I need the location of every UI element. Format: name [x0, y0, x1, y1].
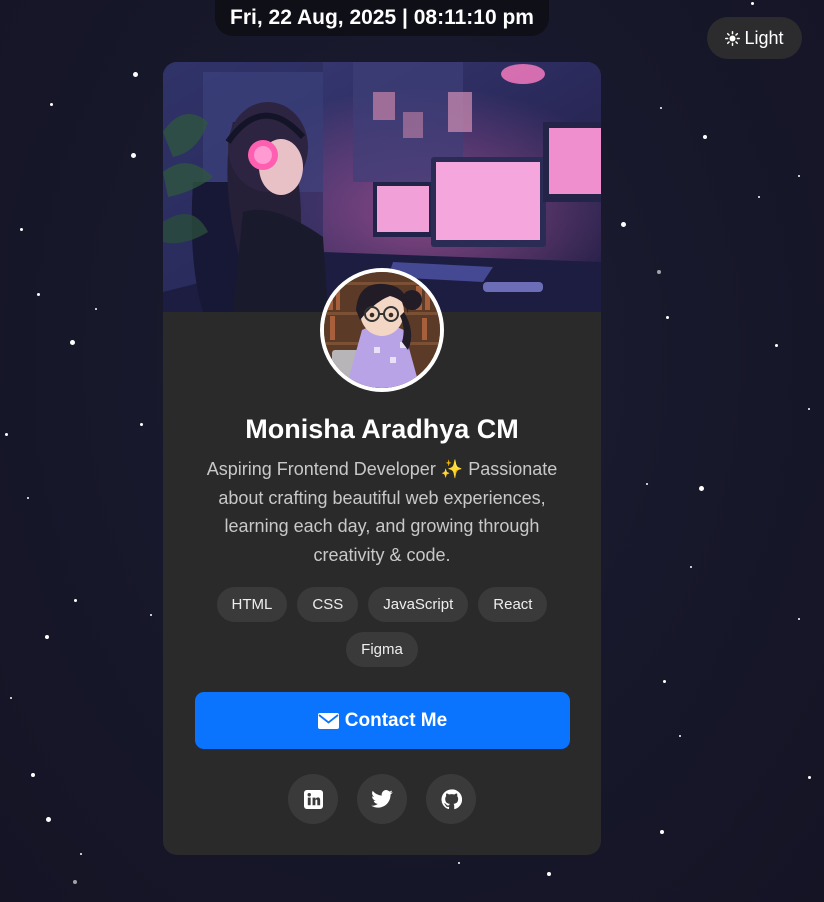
envelope-icon: [317, 712, 339, 729]
skill-tag: React: [478, 587, 548, 622]
linkedin-link[interactable]: [288, 774, 338, 824]
contact-me-button[interactable]: Contact Me: [195, 692, 570, 749]
github-link[interactable]: [426, 774, 476, 824]
datetime-display: Fri, 22 Aug, 2025 | 08:11:10 pm: [215, 0, 549, 36]
github-icon: [440, 788, 462, 809]
skill-tag: HTML: [216, 587, 288, 622]
profile-card: Monisha Aradhya CM Aspiring Frontend Dev…: [163, 62, 601, 855]
skill-tag: CSS: [297, 587, 359, 622]
sun-icon: [725, 30, 741, 46]
theme-toggle-label: Light: [744, 27, 784, 48]
avatar: [320, 268, 444, 392]
skills-list: HTML CSS JavaScript React Figma: [208, 587, 556, 667]
contact-me-label: Contact Me: [344, 709, 448, 731]
avatar-image: [324, 272, 440, 388]
profile-bio: Aspiring Frontend Developer ✨ Passionate…: [206, 459, 558, 565]
skill-tag: Figma: [346, 632, 418, 667]
twitter-link[interactable]: [357, 774, 407, 824]
profile-name: Monisha Aradhya CM: [245, 414, 519, 444]
theme-toggle-button[interactable]: Light: [707, 17, 802, 59]
skill-tag: JavaScript: [368, 587, 469, 622]
social-links: [163, 774, 601, 824]
twitter-icon: [371, 790, 393, 808]
linkedin-icon: [303, 789, 323, 809]
